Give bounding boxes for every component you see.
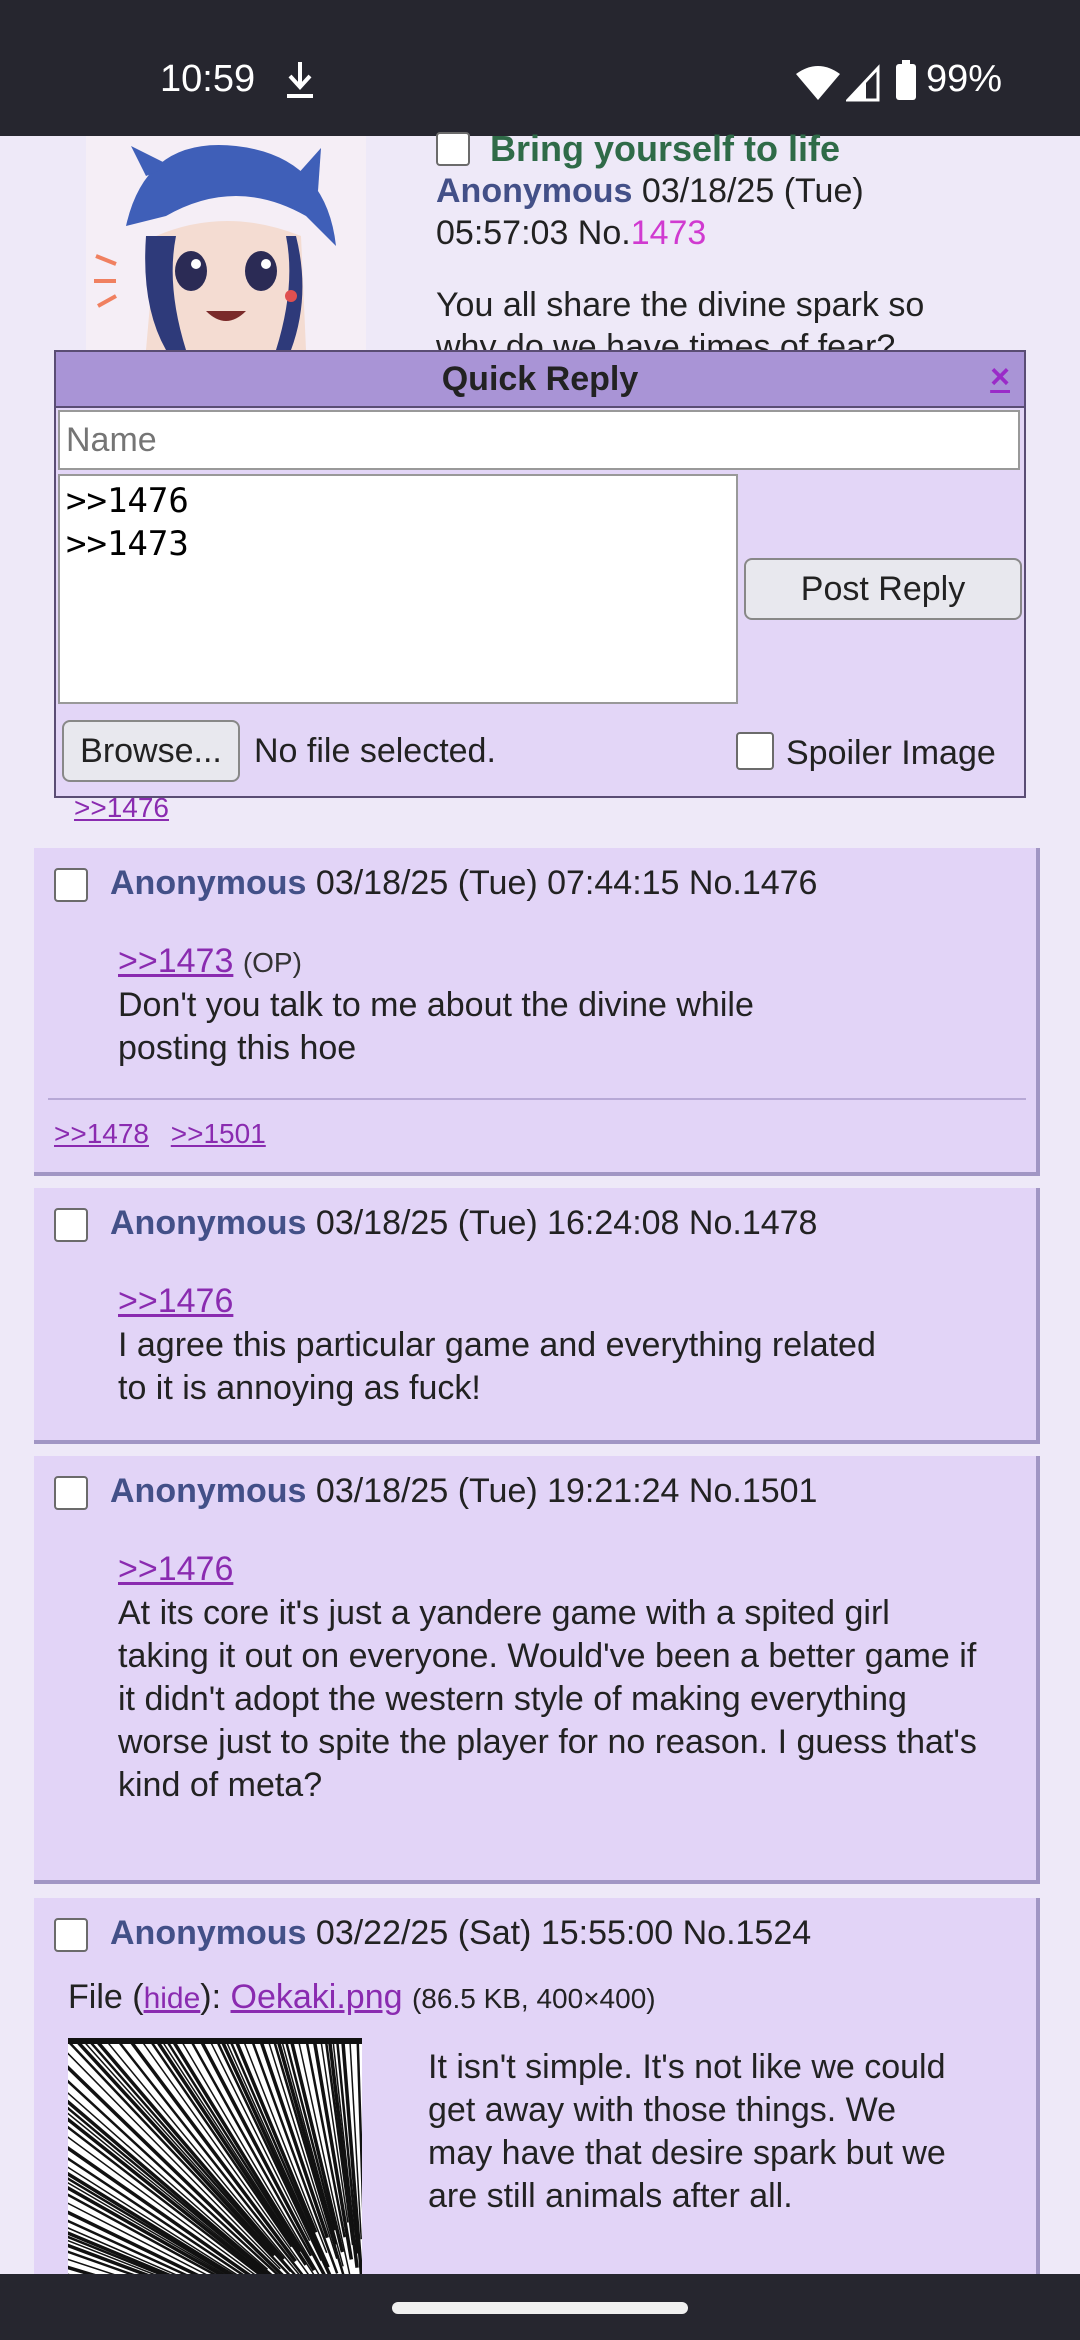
post-body: It isn't simple. It's not like we could … [428,2048,946,2215]
op-time: 05:57:03 No. [436,214,631,252]
op-poster-name: Anonymous [436,172,633,210]
post-header: Anonymous 03/22/25 (Sat) 15:55:00 No.152… [110,1914,811,1953]
post-header: Anonymous 03/18/25 (Tue) 16:24:08 No.147… [110,1204,817,1243]
close-icon[interactable]: × [990,358,1010,397]
backlink[interactable]: >>1501 [171,1118,266,1149]
post-header: Anonymous 03/18/25 (Tue) 19:21:24 No.150… [110,1472,817,1511]
quote-link[interactable]: >>1476 [118,1550,233,1588]
post-body: I agree this particular game and everyth… [118,1326,876,1407]
download-icon [287,62,313,98]
post-select-checkbox[interactable] [54,1208,88,1242]
backlink[interactable]: >>1478 [54,1118,149,1149]
poster-name: Anonymous [110,1472,307,1510]
post-select-checkbox[interactable] [54,1918,88,1952]
op-body-line1: You all share the divine spark so [436,286,925,324]
file-label: File ( [68,1978,144,2016]
cellular-signal-icon [846,64,880,102]
file-info-line: File (hide): Oekaki.png (86.5 KB, 400×40… [68,1978,656,2017]
quick-reply-title: Quick Reply [441,360,639,398]
divider [48,1098,1026,1100]
poster-name: Anonymous [110,1204,307,1242]
status-bar: 10:59 99% [0,0,1080,136]
post-header: Anonymous 03/18/25 (Tue) 07:44:15 No.147… [110,864,817,903]
op-header-line2: 05:57:03 No.1473 [436,214,706,253]
post-meta[interactable]: 03/22/25 (Sat) 15:55:00 No.1524 [316,1914,811,1952]
op-subject: Bring yourself to life [490,128,841,169]
hide-link[interactable]: hide [144,1982,201,2015]
quote-link[interactable]: >>1476 [118,1282,233,1320]
browse-button[interactable]: Browse... [62,720,240,782]
op-date: 03/18/25 (Tue) [641,172,864,210]
oekaki-thumbnail[interactable] [68,2038,362,2278]
navigation-bar [0,2274,1080,2340]
post-body: At its core it's just a yandere game wit… [118,1594,977,1804]
reply-post: Anonymous 03/22/25 (Sat) 15:55:00 No.152… [34,1898,1040,2298]
backlinks: >>1478 >>1501 [54,1118,280,1150]
battery-percent: 99% [926,58,1003,100]
comment-textarea[interactable] [58,474,738,704]
post-body: Don't you talk to me about the divine wh… [118,986,754,1067]
op-thumbnail[interactable] [86,136,366,350]
clock: 10:59 [160,58,256,100]
reply-post: Anonymous 03/18/25 (Tue) 16:24:08 No.147… [34,1188,1040,1444]
wifi-icon [796,66,840,100]
quote-link[interactable]: >>1473 [118,942,233,980]
post-quote-line: >>1476 [118,1282,233,1321]
file-label-end: ): [200,1978,222,2016]
post-reply-button[interactable]: Post Reply [744,558,1022,620]
post-meta[interactable]: 03/18/25 (Tue) 16:24:08 No.1478 [316,1204,818,1242]
post-quote-line: >>1473 (OP) [118,942,302,981]
spoiler-checkbox[interactable] [736,732,774,770]
quick-reply-dialog: Quick Reply × Post Reply Browse... No fi… [54,350,1026,798]
op-post-number[interactable]: 1473 [631,214,707,252]
op-marker: (OP) [242,947,302,978]
home-gesture-handle[interactable] [392,2302,688,2314]
op-select-checkbox[interactable] [436,132,470,166]
poster-name: Anonymous [110,1914,307,1952]
name-field[interactable] [58,410,1020,470]
battery-icon [896,60,916,100]
spoiler-label: Spoiler Image [786,734,996,772]
file-status: No file selected. [254,732,496,770]
poster-name: Anonymous [110,864,307,902]
file-meta: (86.5 KB, 400×400) [411,1983,656,2014]
anime-girl-image [86,136,366,350]
oekaki-image [68,2038,362,2278]
post-select-checkbox[interactable] [54,1476,88,1510]
post-quote-line: >>1476 [118,1550,233,1589]
op-header-line1: Anonymous 03/18/25 (Tue) [436,172,864,211]
reply-post: Anonymous 03/18/25 (Tue) 07:44:15 No.147… [34,848,1040,1176]
post-meta[interactable]: 03/18/25 (Tue) 07:44:15 No.1476 [316,864,818,902]
reply-post: Anonymous 03/18/25 (Tue) 19:21:24 No.150… [34,1456,1040,1884]
file-link[interactable]: Oekaki.png [231,1978,403,2016]
post-meta[interactable]: 03/18/25 (Tue) 19:21:24 No.1501 [316,1472,818,1510]
post-select-checkbox[interactable] [54,868,88,902]
quick-reply-titlebar[interactable]: Quick Reply × [56,352,1024,408]
